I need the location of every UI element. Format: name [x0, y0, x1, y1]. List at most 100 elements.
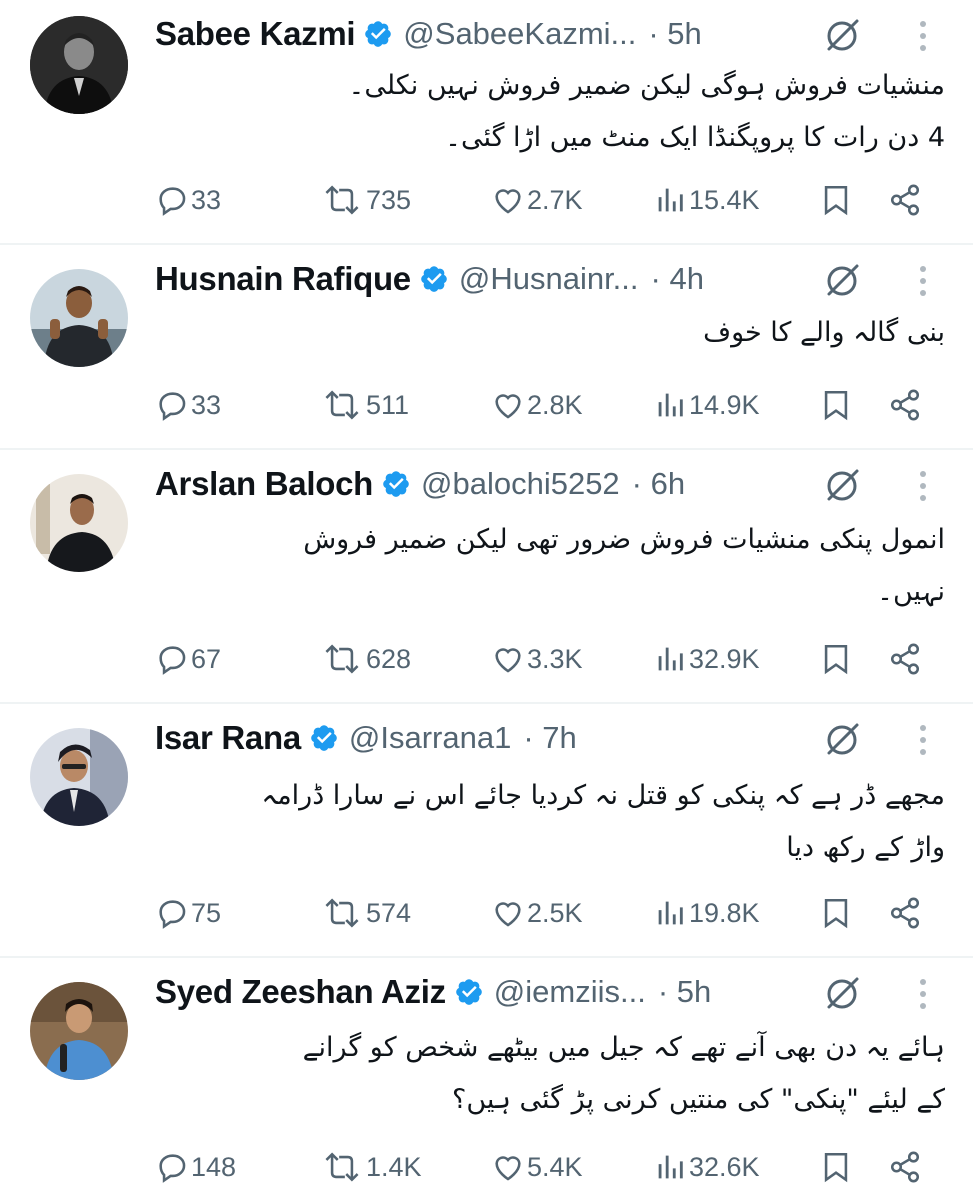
timestamp[interactable]: · 5h [648, 16, 701, 52]
avatar[interactable] [30, 982, 128, 1080]
view-count: 15.4K [689, 184, 760, 215]
more-icon[interactable] [916, 721, 930, 759]
reply-icon [159, 900, 186, 929]
tweet-4[interactable]: Isar Rana @Isarrana1 · 7h مجھے ڈر ہے کہ … [0, 704, 973, 956]
views-icon [658, 393, 683, 417]
avatar[interactable] [30, 16, 128, 114]
like-icon [495, 1156, 521, 1181]
action-bar: 148 1.4K 5.4K 32.6K [155, 1147, 935, 1187]
like-button[interactable]: 2.8K [491, 385, 583, 425]
user-handle[interactable]: @SabeeKazmi... [403, 16, 636, 52]
views-button[interactable]: 14.9K [653, 385, 760, 425]
share-button[interactable] [888, 180, 922, 220]
reply-count: 33 [191, 389, 222, 420]
grok-icon[interactable] [823, 721, 861, 759]
share-button[interactable] [888, 385, 922, 425]
user-handle[interactable]: @Isarrana1 [349, 720, 511, 756]
bookmark-button[interactable] [819, 639, 853, 679]
like-button[interactable]: 2.5K [491, 893, 583, 933]
repost-button[interactable]: 735 [320, 180, 411, 220]
like-icon [495, 394, 521, 419]
grok-icon[interactable] [823, 975, 861, 1013]
grok-icon[interactable] [823, 262, 861, 300]
verified-badge-icon [365, 21, 392, 47]
tweet-text-line: ہائے یہ دن بھی آنے تھے کہ جیل میں بیٹھے … [302, 1032, 945, 1063]
timestamp[interactable]: · 6h [632, 466, 685, 502]
repost-button[interactable]: 1.4K [320, 1147, 422, 1187]
more-icon[interactable] [916, 262, 930, 300]
reply-button[interactable]: 33 [155, 385, 221, 425]
more-icon[interactable] [916, 975, 930, 1013]
more-icon[interactable] [916, 467, 930, 505]
avatar[interactable] [30, 728, 128, 826]
share-button[interactable] [888, 1147, 922, 1187]
like-icon [495, 648, 521, 673]
bookmark-button[interactable] [819, 385, 853, 425]
share-icon [890, 389, 920, 421]
tweet-3[interactable]: Arslan Baloch @balochi5252 · 6h انمول پن… [0, 450, 973, 702]
share-button[interactable] [888, 639, 922, 679]
like-button[interactable]: 2.7K [491, 180, 583, 220]
display-name[interactable]: Arslan Baloch [155, 465, 373, 503]
like-count: 2.8K [527, 389, 583, 420]
avatar[interactable] [30, 269, 128, 367]
verified-badge-icon [311, 725, 337, 751]
timestamp[interactable]: · 5h [658, 974, 711, 1010]
tweet-header: Syed Zeeshan Aziz @iemziis... · 5h [155, 970, 711, 1014]
repost-button[interactable]: 574 [320, 893, 411, 933]
more-icon[interactable] [916, 17, 930, 55]
display-name[interactable]: Husnain Rafique [155, 260, 411, 298]
user-handle[interactable]: @balochi5252 [421, 466, 620, 502]
user-handle[interactable]: @iemziis... [494, 974, 646, 1010]
repost-count: 1.4K [366, 1151, 422, 1182]
display-name[interactable]: Sabee Kazmi [155, 15, 356, 53]
tweet-1[interactable]: Sabee Kazmi @SabeeKazmi... · 5h منشیات ف… [0, 0, 973, 243]
user-handle[interactable]: @Husnainr... [459, 261, 639, 297]
tweet-text-line: انمول پنکی منشیات فروش ضرور تھی لیکن ضمی… [303, 524, 945, 555]
repost-icon [325, 898, 359, 928]
action-bar: 33 735 2.7K 15.4K [155, 180, 935, 220]
bookmark-button[interactable] [819, 893, 853, 933]
tweet-text-line: مجھے ڈر ہے کہ پنکی کو قتل نہ کردیا جائے … [261, 780, 945, 811]
tweet-text-line: 4 دن رات کا پروپگنڈا ایک منٹ میں اڑا گئی… [445, 122, 945, 153]
tweet-text-line: بنی گالہ والے کا خوف [703, 317, 945, 348]
grok-icon[interactable] [823, 17, 861, 55]
reply-button[interactable]: 148 [155, 1147, 236, 1187]
share-button[interactable] [888, 893, 922, 933]
like-icon [495, 189, 521, 214]
views-button[interactable]: 19.8K [653, 893, 760, 933]
repost-button[interactable]: 511 [320, 385, 409, 425]
reply-count: 67 [191, 643, 222, 674]
reply-button[interactable]: 67 [155, 639, 221, 679]
tweet-text-line: منشیات فروش ہوگی لیکن ضمیر فروش نہیں نکل… [348, 70, 945, 101]
bookmark-icon [824, 644, 848, 675]
like-button[interactable]: 5.4K [491, 1147, 583, 1187]
share-icon [890, 643, 920, 675]
reply-count: 75 [191, 897, 222, 928]
timestamp[interactable]: · 7h [523, 720, 576, 756]
verified-badge-icon [421, 266, 447, 292]
repost-count: 511 [366, 389, 410, 420]
display-name[interactable]: Isar Rana [155, 719, 301, 757]
reply-button[interactable]: 75 [155, 893, 221, 933]
repost-button[interactable]: 628 [320, 639, 411, 679]
views-button[interactable]: 32.9K [653, 639, 760, 679]
bookmark-icon [824, 898, 848, 929]
views-button[interactable]: 32.6K [653, 1147, 760, 1187]
bookmark-button[interactable] [819, 180, 853, 220]
action-bar: 33 511 2.8K 14.9K [155, 385, 935, 425]
views-button[interactable]: 15.4K [653, 180, 760, 220]
views-icon [658, 1155, 683, 1179]
like-button[interactable]: 3.3K [491, 639, 583, 679]
grok-icon[interactable] [823, 467, 861, 505]
display-name[interactable]: Syed Zeeshan Aziz [155, 973, 446, 1011]
avatar[interactable] [30, 474, 128, 572]
tweet-5[interactable]: Syed Zeeshan Aziz @iemziis... · 5h ہائے … [0, 958, 973, 1200]
timestamp[interactable]: · 4h [651, 261, 704, 297]
repost-icon [325, 644, 359, 674]
bookmark-button[interactable] [819, 1147, 853, 1187]
tweet-header: Sabee Kazmi @SabeeKazmi... · 5h [155, 12, 702, 56]
tweet-2[interactable]: Husnain Rafique @Husnainr... · 4h بنی گا… [0, 245, 973, 448]
views-icon [658, 188, 683, 212]
reply-button[interactable]: 33 [155, 180, 221, 220]
